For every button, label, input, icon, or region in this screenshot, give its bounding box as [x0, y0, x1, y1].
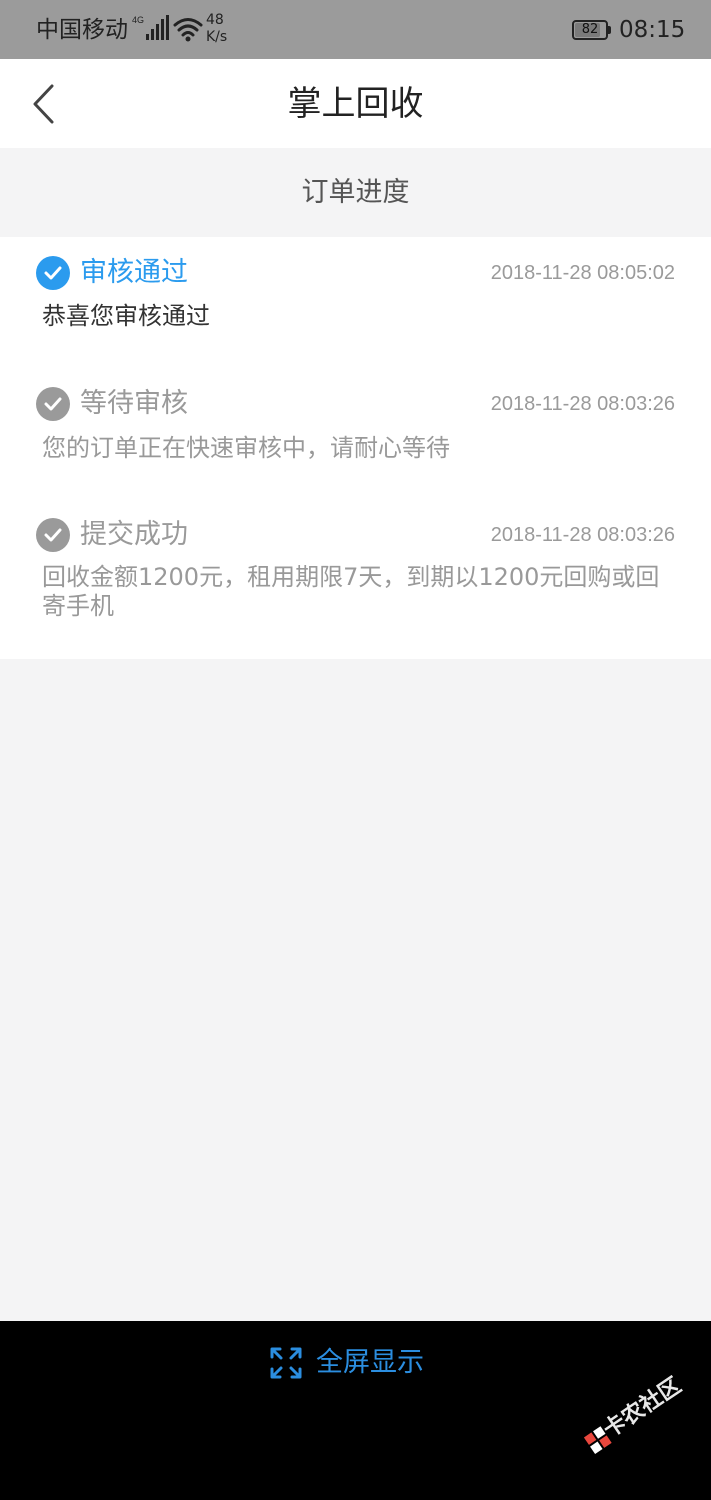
order-progress-timeline: 审核通过 2018-11-28 08:05:02 恭喜您审核通过 等待审核 20…: [0, 237, 711, 659]
network-speed-unit: K/s: [206, 29, 228, 45]
page-title: 掌上回收: [287, 84, 424, 124]
step-description: 您的订单正在快速审核中，请耐心等待: [42, 434, 450, 462]
wifi-icon: [173, 18, 203, 42]
battery-icon: 82: [572, 20, 608, 40]
step-timestamp: 2018-11-28 08:05:02: [490, 262, 675, 284]
step-description: 回收金额1200元，租用期限7天，到期以1200元回购或回寄手机: [42, 563, 660, 620]
check-circle-icon: [36, 518, 70, 552]
expand-icon: [270, 1347, 302, 1379]
step-description: 恭喜您审核通过: [42, 302, 210, 330]
network-type-label: 4G: [132, 15, 144, 25]
step-title: 审核通过: [80, 257, 188, 288]
step-timestamp: 2018-11-28 08:03:26: [490, 393, 675, 415]
clock: 08:15: [619, 17, 686, 43]
status-bar: 中国移动 4G 48 K/s 82 08:15: [0, 0, 711, 59]
step-title: 提交成功: [80, 519, 188, 550]
network-speed-value: 48: [206, 12, 224, 28]
section-label-order-progress: 订单进度: [301, 177, 410, 208]
fullscreen-button[interactable]: 全屏显示: [270, 1343, 424, 1383]
fullscreen-label: 全屏显示: [316, 1347, 424, 1378]
network-speed: 48 K/s: [206, 12, 236, 46]
check-circle-icon: [36, 256, 70, 290]
check-circle-icon: [36, 387, 70, 421]
navigation-header: 掌上回收: [0, 59, 711, 148]
cellular-signal-icon: 4G: [132, 15, 169, 40]
step-title: 等待审核: [80, 388, 188, 419]
battery-tip: [608, 26, 611, 34]
carrier-name: 中国移动: [36, 17, 128, 43]
step-timestamp: 2018-11-28 08:03:26: [490, 524, 675, 546]
battery-level: 82: [581, 22, 599, 37]
